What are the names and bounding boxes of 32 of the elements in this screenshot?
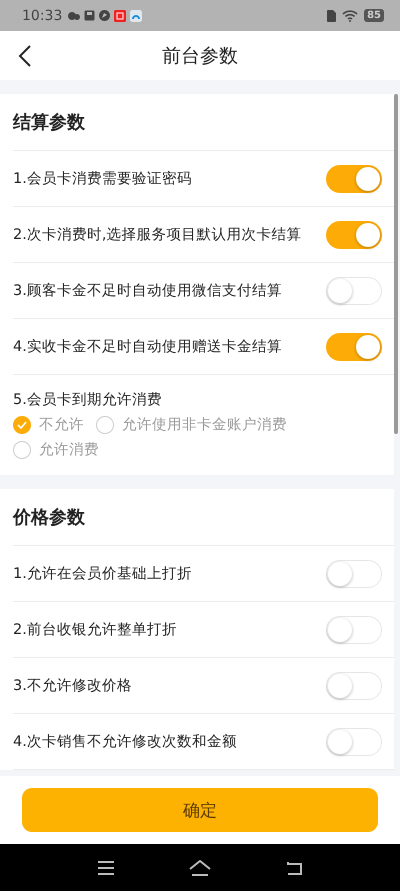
setting-label: 2.前台收银允许整单打折 [13,621,178,639]
compass-icon [99,10,110,21]
chat-icon [68,10,80,20]
setting-label: 4.实收卡金不足时自动使用赠送卡金结算 [13,338,283,356]
radio-option[interactable]: 允许使用非卡金账户消费 [96,415,287,434]
back-icon[interactable] [18,45,32,67]
section-title: 结算参数 [13,111,85,134]
setting-label: 1.会员卡消费需要验证密码 [13,170,193,188]
setting-label: 1.允许在会员价基础上打折 [13,565,193,583]
menu-icon[interactable] [97,860,115,874]
setting-label: 3.不允许修改价格 [13,677,133,695]
setting-label: 4.次卡销售不允许修改次数和金额 [13,732,238,751]
save-icon [84,10,96,21]
section-title: 价格参数 [13,506,85,529]
radio-option[interactable]: 允许消费 [13,440,99,459]
back-icon[interactable] [285,860,303,874]
toggle-switch[interactable] [326,164,382,192]
confirm-button[interactable]: 确定 [22,788,378,832]
toggle-switch[interactable] [326,220,382,248]
setting-label: 2.次卡消费时,选择服务项目默认用次卡结算 [13,226,302,244]
radio-option[interactable]: 不允许 [13,415,84,434]
wifi-icon [342,10,358,22]
app-icon [114,10,126,22]
clock: 10:33 [22,8,62,24]
page-title: 前台参数 [162,44,238,68]
app-icon [130,10,142,22]
toggle-switch[interactable] [326,332,382,360]
sim-icon [327,10,336,22]
battery-icon: 85 [364,9,384,22]
setting-label: 5.会员卡到期允许消费 [13,391,162,409]
home-icon[interactable] [189,860,211,876]
setting-label: 3.顾客卡金不足时自动使用微信支付结算 [13,282,283,300]
